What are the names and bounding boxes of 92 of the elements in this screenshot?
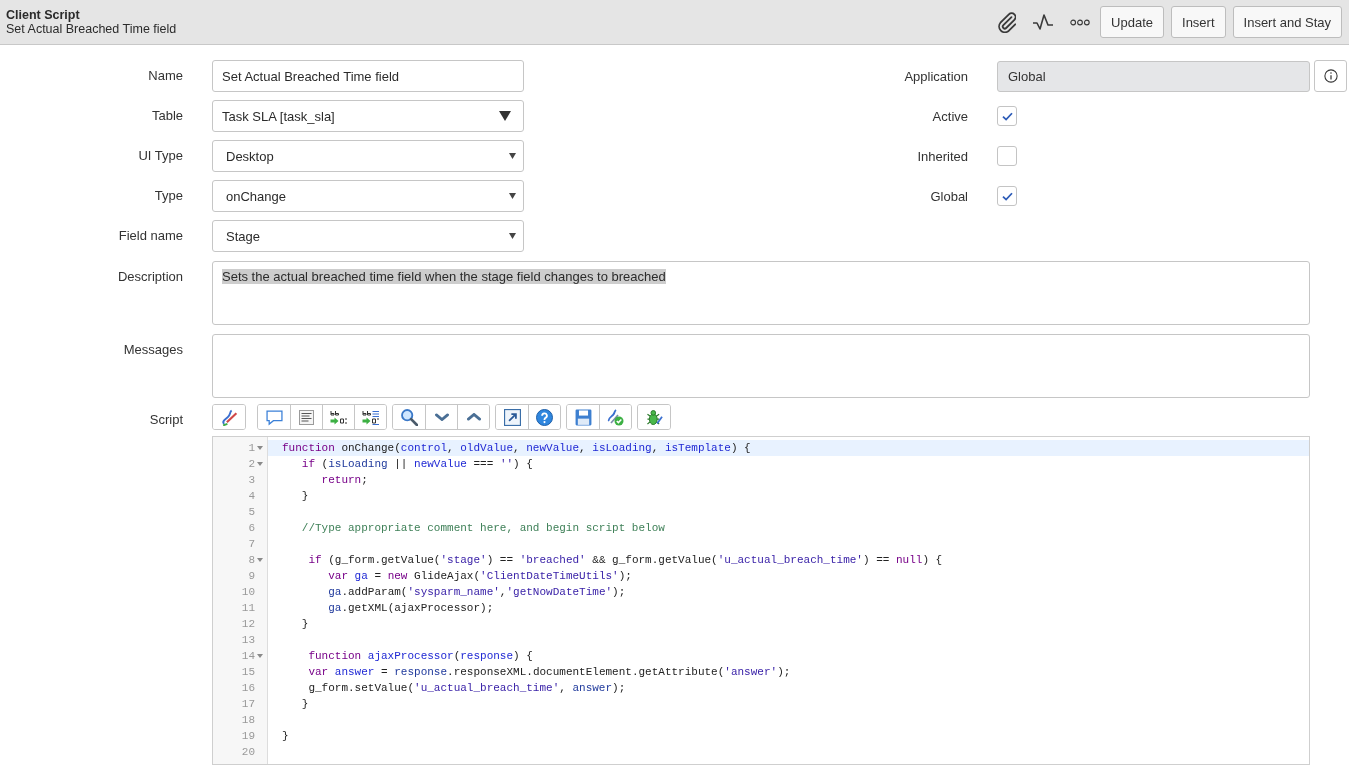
line-number: 14: [241, 649, 255, 664]
checkbox[interactable]: [997, 186, 1017, 206]
readonly-field: Global: [997, 60, 1310, 92]
line-number: 16: [241, 681, 255, 696]
search-icon: [400, 408, 418, 426]
line-number: 4: [248, 489, 255, 504]
info-button[interactable]: [1314, 60, 1347, 92]
field-label: Type: [153, 187, 183, 205]
field-label: Field name: [117, 227, 183, 245]
text-arrow-icon: [330, 408, 347, 426]
code-line: if (isLoading || newValue === '') {: [300, 458, 533, 470]
scroll-check-icon: [607, 408, 624, 426]
editor-tool-button[interactable]: [354, 405, 386, 429]
dropdown-field[interactable]: onChange: [212, 180, 524, 212]
field-label: Messages: [122, 341, 183, 359]
three-dots-icon[interactable]: [1070, 18, 1091, 26]
code-editor[interactable]: [212, 436, 1310, 765]
code-line: var answer = response.responseXML.documentElement.getAttribute('answer');: [307, 666, 791, 678]
field-label: Description: [116, 268, 183, 286]
fold-caret-icon[interactable]: [257, 558, 263, 562]
dropdown-field[interactable]: Task SLA [task_sla]: [212, 100, 524, 132]
line-number: 7: [248, 537, 255, 552]
code-line: var ga = new GlideAjax('ClientDateTimeUtils');: [327, 570, 632, 582]
line-number: 6: [248, 521, 255, 536]
code-line: return;: [320, 474, 368, 486]
fold-caret-icon[interactable]: [257, 654, 263, 658]
description-field[interactable]: Sets the actual breached time field when the stage field changes to breached: [212, 261, 1310, 325]
paperclip-icon[interactable]: [997, 11, 1017, 33]
line-number: 18: [241, 713, 255, 728]
line-number: 19: [241, 729, 255, 744]
check-icon: [1001, 111, 1013, 121]
code-line: ga.getXML(ajaxProcessor);: [327, 602, 494, 614]
form-action-button[interactable]: Update: [1100, 6, 1165, 38]
line-number: 13: [241, 633, 255, 648]
fold-caret-icon[interactable]: [257, 446, 263, 450]
form-action-button[interactable]: Insert and Stay: [1232, 6, 1342, 38]
checkbox[interactable]: [997, 106, 1017, 126]
messages-field[interactable]: [212, 334, 1310, 398]
code-line: ga.addParam('sysparm_name','getNowDateTime');: [327, 586, 626, 598]
field-label: Active: [931, 108, 968, 124]
line-number: 12: [241, 617, 255, 632]
line-number: 1: [248, 441, 255, 456]
form-action-button[interactable]: Insert: [1171, 6, 1226, 38]
caret-down-icon: [499, 111, 511, 121]
text-field[interactable]: Set Actual Breached Time field: [212, 60, 524, 92]
code-line: }: [282, 730, 289, 742]
text-lines-icon: [299, 409, 314, 425]
line-number: 3: [248, 473, 255, 488]
code-line: }: [300, 490, 309, 502]
field-label: Script: [148, 411, 183, 429]
info-icon: [1323, 69, 1338, 83]
text-arrow-lines-icon: [362, 408, 379, 426]
chevron-up-icon: [466, 413, 481, 421]
line-number: 2: [248, 457, 255, 472]
caret-down-icon: [509, 233, 516, 239]
record-type-title: Client Script: [6, 8, 81, 22]
field-label: Name: [147, 67, 183, 85]
fold-caret-icon[interactable]: [257, 462, 263, 466]
code-line: function ajaxProcessor(response) {: [307, 650, 533, 662]
code-line: }: [300, 698, 309, 710]
line-number: 5: [248, 505, 255, 520]
field-label: Inherited: [916, 148, 968, 164]
line-number: 17: [241, 697, 255, 712]
line-number: 15: [241, 665, 255, 680]
field-label: Table: [150, 107, 183, 125]
code-line: }: [300, 618, 309, 630]
dropdown-field[interactable]: Desktop: [212, 140, 524, 172]
code-line: if (g_form.getValue('stage') == 'breached' && g_form.getValue('u_actual_breach_time') == null) {: [307, 554, 943, 566]
field-label: UI Type: [137, 147, 183, 165]
line-number: 10: [241, 585, 255, 600]
caret-down-icon: [509, 153, 516, 159]
help-icon: [536, 408, 553, 426]
scroll-pen-icon: [220, 408, 238, 426]
line-number: 11: [241, 601, 255, 616]
speech-bubble-icon: [265, 408, 283, 426]
code-line: g_form.setValue('u_actual_breach_time', answer);: [307, 682, 626, 694]
code-line: function onChange(control, oldValue, newValue, isLoading, isTemplate) {: [282, 442, 751, 454]
check-icon: [1001, 191, 1013, 201]
line-number: 9: [248, 569, 255, 584]
chevron-down-icon: [434, 413, 449, 421]
bug-icon: [645, 408, 663, 426]
dropdown-field[interactable]: Stage: [212, 220, 524, 252]
arrow-box-icon: [503, 408, 521, 426]
pulse-line-icon[interactable]: [1032, 13, 1055, 31]
field-label: Global: [929, 188, 968, 204]
caret-down-icon: [509, 193, 516, 199]
line-number: 20: [241, 745, 255, 760]
field-label: Application: [903, 68, 968, 84]
checkbox[interactable]: [997, 146, 1017, 166]
code-line: //Type appropriate comment here, and begin script below: [300, 522, 665, 534]
line-number: 8: [248, 553, 255, 568]
record-name-subtitle: Set Actual Breached Time field: [6, 22, 177, 36]
